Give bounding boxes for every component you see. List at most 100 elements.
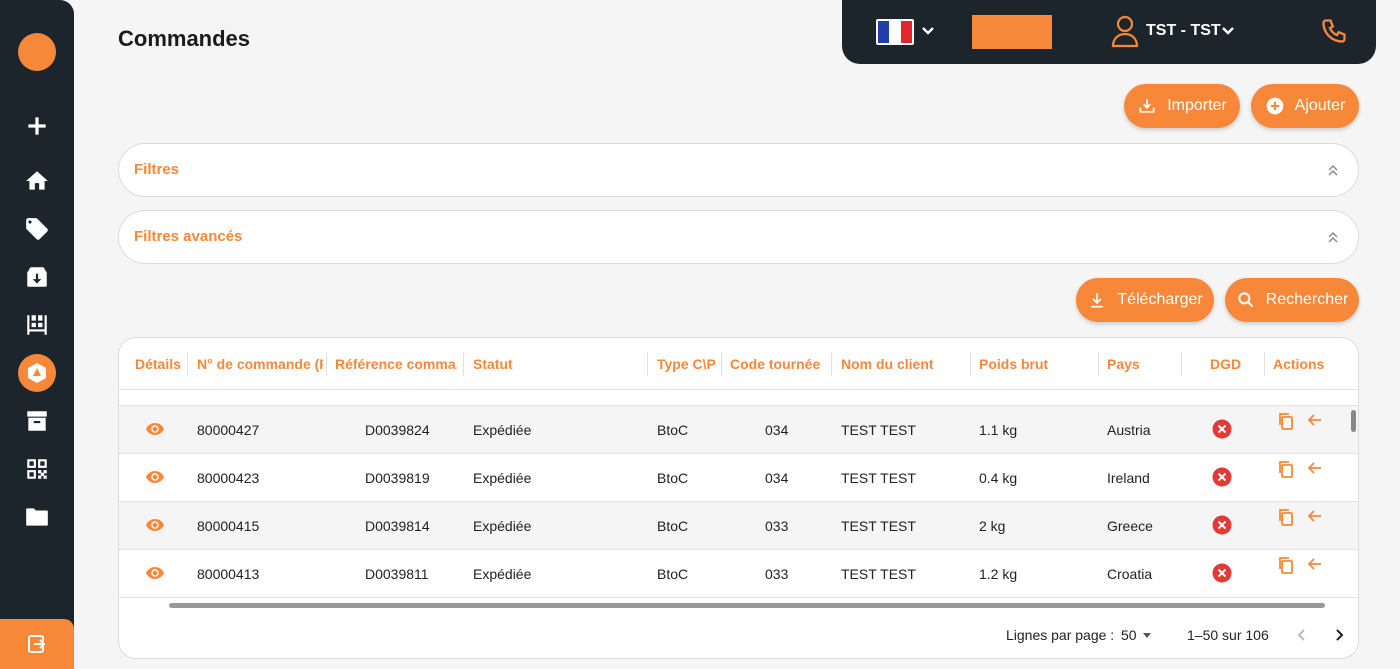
advanced-filters-label: Filtres avancés [134,228,243,245]
view-details-eye-icon[interactable] [146,566,164,580]
order-type: BtoC [657,518,689,534]
arrow-left-icon[interactable] [1307,412,1323,428]
advanced-filters-panel[interactable]: Filtres avancés [118,210,1359,264]
folder-icon[interactable] [22,502,52,532]
gross-weight: 2 kg [979,518,1006,534]
column-header-type[interactable]: Type C\P [657,356,716,372]
table-row[interactable]: 80000427 D0039824 Expédiée BtoC 034 TEST… [119,406,1358,454]
table-row-partial [119,390,1358,406]
brand-block [972,15,1052,49]
search-button[interactable]: Rechercher [1225,278,1359,322]
arrow-left-icon[interactable] [1307,508,1323,524]
dgd-cancel-icon [1212,563,1232,583]
plus-icon[interactable] [22,111,52,141]
search-label: Rechercher [1265,291,1349,308]
column-header-gross-weight[interactable]: Poids brut [979,356,1048,372]
column-header-status[interactable]: Statut [473,356,513,372]
double-chevron-up-icon[interactable] [1326,162,1340,178]
client-name: TEST TEST [841,566,916,582]
order-status: Expédiée [473,566,532,582]
column-header-reference[interactable]: Référence comma... [335,356,457,372]
gross-weight: 1.2 kg [979,566,1018,582]
add-circle-icon [1266,97,1283,115]
order-reference: D0039824 [365,422,430,438]
logout-icon [28,635,46,653]
gross-weight: 1.1 kg [979,422,1018,438]
filters-panel[interactable]: Filtres [118,143,1359,197]
archive-icon[interactable] [22,406,52,436]
top-bar: TST - TST [842,0,1376,64]
order-status: Expédiée [473,422,532,438]
copy-icon[interactable] [1277,460,1295,478]
copy-icon[interactable] [1277,508,1295,526]
table-row[interactable]: 80000413 D0039811 Expédiée BtoC 033 TEST… [119,550,1358,598]
language-chevron-down-icon[interactable] [920,23,936,39]
rows-select-caret-icon[interactable] [1140,628,1154,642]
add-label: Ajouter [1294,97,1346,114]
column-header-details[interactable]: Détails [135,356,195,372]
page-title: Commandes [118,26,251,51]
dgd-cancel-icon [1212,419,1232,439]
order-status: Expédiée [473,518,532,534]
previous-page-icon[interactable] [1295,628,1309,642]
order-type: BtoC [657,470,689,486]
column-header-route-code[interactable]: Code tournée [730,356,820,372]
client-name: TEST TEST [841,470,916,486]
arrow-left-icon[interactable] [1307,556,1323,572]
rows-per-page-select[interactable]: 50 [1121,627,1137,643]
country: Austria [1107,422,1151,438]
country: Croatia [1107,566,1153,582]
logout-button[interactable] [0,619,74,669]
table-header: Détails N° de commande (R) Référence com… [119,338,1358,390]
pallet-icon[interactable] [22,310,52,340]
download-button[interactable]: Télécharger [1076,278,1214,322]
order-number: 80000413 [197,566,260,582]
pagination-range: 1–50 sur 106 [1187,627,1269,643]
logo-active-icon[interactable] [18,354,56,392]
view-details-eye-icon[interactable] [146,422,164,436]
tag-icon[interactable] [22,214,52,244]
column-header-order-number[interactable]: N° de commande (R) [197,356,323,372]
order-reference: D0039814 [365,518,430,534]
column-header-actions[interactable]: Actions [1273,356,1324,372]
user-chevron-down-icon[interactable] [1220,23,1236,39]
download-box-icon[interactable] [22,262,52,292]
user-name[interactable]: TST - TST [1146,22,1221,40]
import-button[interactable]: Importer [1124,84,1240,128]
filters-label: Filtres [134,161,180,178]
order-reference: D0039811 [365,566,429,582]
order-number: 80000427 [197,422,260,438]
order-type: BtoC [657,566,689,582]
copy-icon[interactable] [1277,556,1295,574]
user-icon[interactable] [1110,14,1140,48]
home-icon[interactable] [22,166,52,196]
rows-per-page-label: Lignes par page : [1006,627,1115,643]
next-page-icon[interactable] [1332,628,1346,642]
table-row[interactable]: 80000423 D0039819 Expédiée BtoC 034 TEST… [119,454,1358,502]
download-label: Télécharger [1117,291,1203,308]
order-status: Expédiée [473,470,532,486]
view-details-eye-icon[interactable] [146,470,164,484]
column-header-client-name[interactable]: Nom du client [841,356,934,372]
column-header-country[interactable]: Pays [1107,356,1140,372]
order-reference: D0039819 [365,470,430,486]
france-flag-icon[interactable] [876,19,914,45]
orders-table: Détails N° de commande (R) Référence com… [118,337,1359,659]
arrow-left-icon[interactable] [1307,460,1323,476]
horizontal-scrollbar[interactable] [169,603,1325,608]
import-icon [1139,99,1155,113]
app-logo[interactable] [18,33,56,71]
double-chevron-up-icon[interactable] [1326,229,1340,245]
table-row[interactable]: 80000415 D0039814 Expédiée BtoC 033 TEST… [119,502,1358,550]
copy-icon[interactable] [1277,412,1295,430]
vertical-scrollbar[interactable] [1351,410,1356,432]
add-button[interactable]: Ajouter [1251,84,1359,128]
view-details-eye-icon[interactable] [146,518,164,532]
phone-icon[interactable] [1320,17,1348,45]
order-number: 80000423 [197,470,260,486]
column-header-dgd[interactable]: DGD [1210,356,1241,372]
dgd-cancel-icon [1212,467,1232,487]
order-number: 80000415 [197,518,260,534]
qr-code-icon[interactable] [22,454,52,484]
route-code: 034 [765,422,789,438]
